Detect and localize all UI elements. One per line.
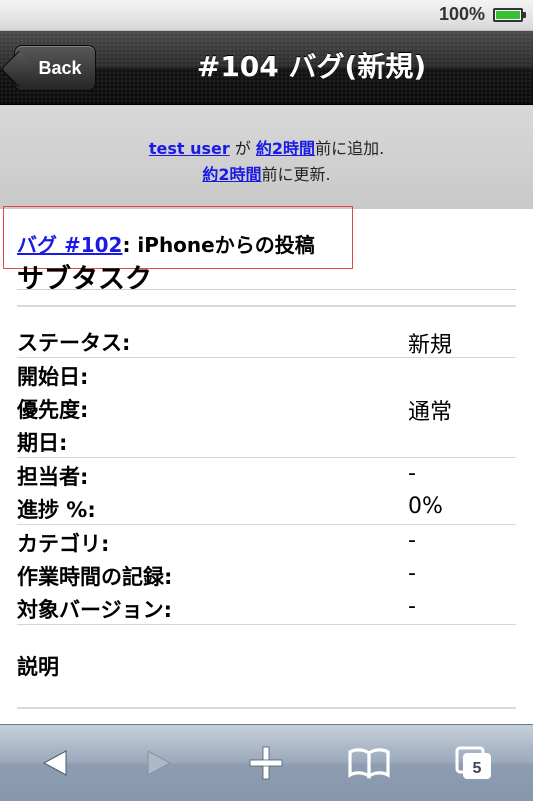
browser-forward-button[interactable] (134, 741, 184, 785)
attribute-value: 0% (408, 494, 443, 519)
tabs-button[interactable]: 5 (449, 741, 499, 785)
back-button-label: Back (38, 57, 82, 78)
description-label: 説明 (17, 655, 59, 679)
attribute-label: 進捗 %: (17, 498, 96, 522)
back-button[interactable]: Back (0, 45, 96, 91)
attribute-label: 作業時間の記録: (17, 565, 173, 589)
back-arrow-icon (42, 750, 67, 776)
tabs-count: 5 (473, 760, 482, 777)
attribute-value: - (408, 594, 416, 619)
attribute-label: 対象バージョン: (17, 598, 172, 622)
attribute-row: 開始日: (17, 358, 516, 391)
bookmarks-icon (348, 748, 390, 779)
divider (17, 305, 516, 307)
attribute-row: 期日: (17, 424, 516, 458)
added-line: test user が 約2時間前に追加. (0, 135, 533, 159)
attribute-label: ステータス: (17, 331, 131, 355)
attribute-label: カテゴリ: (17, 532, 110, 556)
subtask-heading: サブタスク (17, 264, 152, 295)
battery-icon (493, 8, 526, 22)
attribute-row: 進捗 %: 0% (17, 491, 516, 525)
attribute-row: 作業時間の記録: - (17, 558, 516, 591)
attribute-row: カテゴリ: - (17, 525, 516, 558)
page-title: #104 バグ(新規) (196, 50, 427, 83)
attribute-row: ステータス: 新規 (17, 324, 516, 358)
updated-suffix: 前に更新. (261, 165, 331, 184)
attributes-table: ステータス: 新規 開始日: 優先度: 通常 期日: 担当者: - 進捗 %: … (17, 324, 516, 625)
attribute-value: 新規 (408, 333, 453, 358)
attribute-value: - (408, 561, 416, 586)
added-time-link[interactable]: 約2時間 (256, 139, 315, 158)
parent-issue-subject: : iPhoneからの投稿 (122, 233, 315, 257)
battery-percentage: 100% (438, 4, 485, 24)
browser-toolbar: 5 (0, 724, 533, 801)
attribute-row: 対象バージョン: - (17, 591, 516, 625)
attribute-value: - (408, 528, 416, 553)
status-bar: 100% (0, 0, 533, 31)
parent-issue-link[interactable]: バグ #102 (17, 233, 122, 257)
attribute-row: 優先度: 通常 (17, 391, 516, 425)
add-bookmark-button[interactable] (241, 741, 291, 785)
add-icon (249, 746, 283, 780)
browser-back-button[interactable] (30, 741, 80, 785)
issue-meta: test user が 約2時間前に追加. 約2時間前に更新. (0, 105, 533, 209)
divider (17, 707, 516, 709)
divider (17, 289, 516, 290)
attribute-label: 開始日: (17, 365, 89, 389)
attribute-value: 通常 (408, 400, 453, 425)
forward-arrow-icon (147, 750, 172, 776)
navigation-bar: Back #104 バグ(新規) (0, 31, 533, 105)
ga-text: が (229, 139, 256, 158)
attribute-label: 期日: (17, 431, 68, 455)
bookmarks-button[interactable] (344, 741, 394, 785)
back-button-arrow (0, 50, 38, 88)
updated-line: 約2時間前に更新. (0, 161, 533, 185)
parent-issue: バグ #102: iPhoneからの投稿 (17, 229, 315, 258)
tabs-icon: 5 (455, 746, 491, 779)
updated-time-link[interactable]: 約2時間 (202, 165, 261, 184)
attribute-label: 担当者: (17, 465, 89, 489)
author-link[interactable]: test user (149, 139, 230, 158)
added-suffix: 前に追加. (315, 139, 385, 158)
attribute-row: 担当者: - (17, 458, 516, 491)
attribute-label: 優先度: (17, 398, 89, 422)
attribute-value: - (408, 461, 416, 486)
